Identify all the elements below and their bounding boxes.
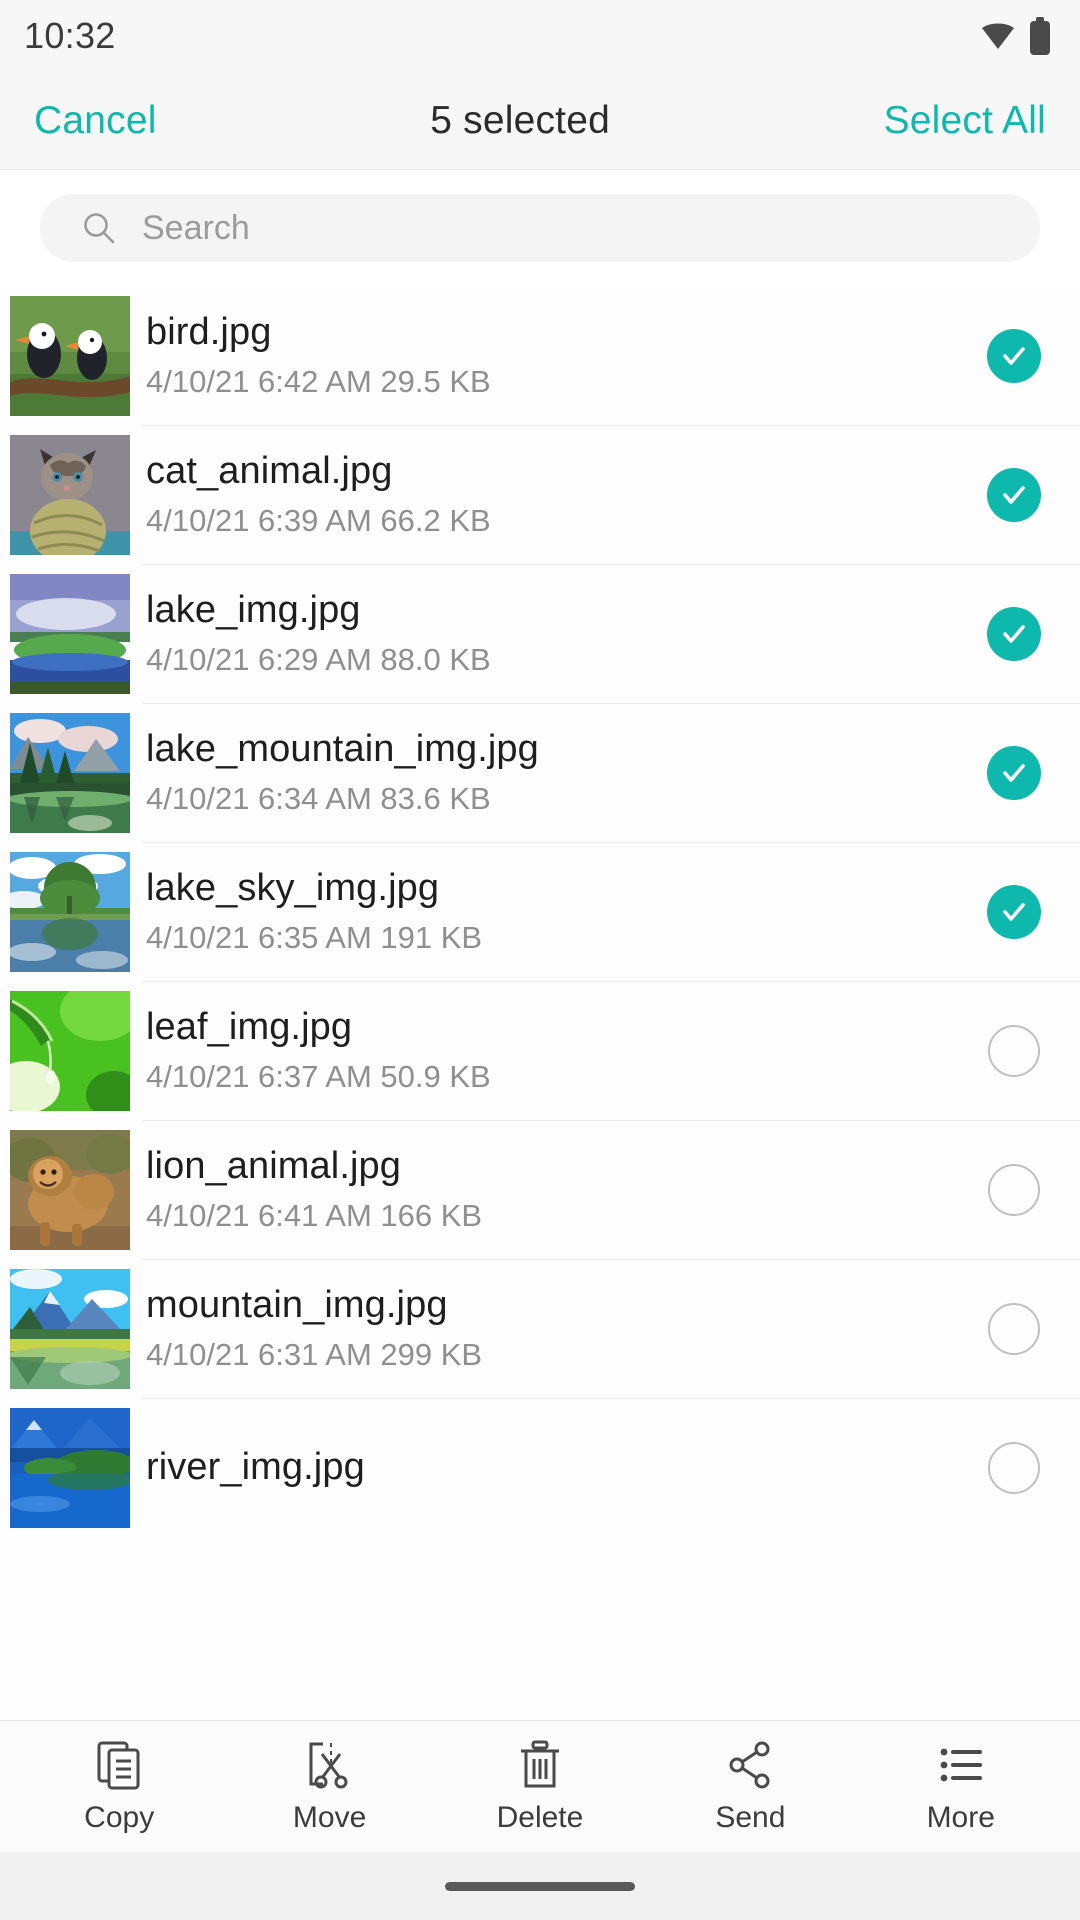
thumbnail-lake-sky: [10, 851, 130, 972]
checkbox-selected[interactable]: [972, 328, 1056, 383]
empty-circle-icon: [988, 1163, 1040, 1216]
share-icon: [727, 1739, 773, 1791]
file-meta: 4/10/21 6:35 AM 191 KB: [146, 920, 483, 956]
checkbox-unselected[interactable]: [972, 1441, 1056, 1494]
checkbox-selected[interactable]: [972, 606, 1056, 661]
move-button[interactable]: Move: [240, 1739, 420, 1835]
selection-action-bar: Cancel 5 selected Select All: [0, 72, 1080, 170]
status-bar-icons: [980, 17, 1050, 55]
file-name: river_img.jpg: [146, 1446, 365, 1489]
send-label: Send: [715, 1800, 786, 1834]
table-row[interactable]: lake_img.jpg 4/10/21 6:29 AM 88.0 KB: [0, 564, 1080, 703]
wifi-icon: [980, 21, 1016, 51]
file-name: lake_mountain_img.jpg: [146, 728, 539, 771]
file-name: cat_animal.jpg: [146, 450, 393, 493]
checkbox-unselected[interactable]: [972, 1024, 1056, 1077]
file-name: lion_animal.jpg: [146, 1145, 401, 1188]
trash-icon: [517, 1739, 563, 1791]
file-meta: 4/10/21 6:31 AM 299 KB: [146, 1337, 483, 1373]
file-name: leaf_img.jpg: [146, 1006, 353, 1049]
file-meta: 4/10/21 6:39 AM 66.2 KB: [146, 503, 491, 539]
table-row[interactable]: lake_mountain_img.jpg 4/10/21 6:34 AM 83…: [0, 703, 1080, 842]
table-row[interactable]: mountain_img.jpg 4/10/21 6:31 AM 299 KB: [0, 1259, 1080, 1398]
bottom-action-toolbar: Copy Move Delete Send More: [0, 1720, 1080, 1852]
search-bar-container: Search: [0, 170, 1080, 286]
thumbnail-river: [10, 1407, 130, 1528]
file-name: lake_img.jpg: [146, 589, 361, 632]
check-icon: [987, 745, 1041, 800]
thumbnail-leaf: [10, 990, 130, 1111]
copy-button[interactable]: Copy: [29, 1739, 209, 1835]
file-info: mountain_img.jpg 4/10/21 6:31 AM 299 KB: [146, 1283, 972, 1373]
file-name: bird.jpg: [146, 311, 272, 354]
more-label: More: [926, 1800, 995, 1834]
checkbox-unselected[interactable]: [972, 1302, 1056, 1355]
table-row[interactable]: cat_animal.jpg 4/10/21 6:39 AM 66.2 KB: [0, 425, 1080, 564]
empty-circle-icon: [988, 1302, 1040, 1355]
cancel-button[interactable]: Cancel: [34, 99, 157, 143]
move-label: Move: [292, 1800, 367, 1834]
file-name: mountain_img.jpg: [146, 1284, 448, 1327]
table-row[interactable]: lake_sky_img.jpg 4/10/21 6:35 AM 191 KB: [0, 842, 1080, 981]
checkbox-selected[interactable]: [972, 745, 1056, 800]
select-all-button[interactable]: Select All: [884, 99, 1046, 143]
table-row[interactable]: river_img.jpg: [0, 1398, 1080, 1537]
file-info: river_img.jpg: [146, 1445, 972, 1490]
file-info: bird.jpg 4/10/21 6:42 AM 29.5 KB: [146, 310, 972, 400]
checkbox-selected[interactable]: [972, 884, 1056, 939]
cut-scissors-icon: [307, 1739, 353, 1791]
checkbox-unselected[interactable]: [972, 1163, 1056, 1216]
check-icon: [987, 328, 1041, 383]
selection-count-title: 5 selected: [430, 98, 610, 142]
thumbnail-lion: [10, 1129, 130, 1250]
search-icon: [82, 211, 116, 245]
file-meta: 4/10/21 6:29 AM 88.0 KB: [146, 642, 491, 678]
list-more-icon: [938, 1739, 984, 1791]
thumbnail-mountain: [10, 1268, 130, 1389]
table-row[interactable]: lion_animal.jpg 4/10/21 6:41 AM 166 KB: [0, 1120, 1080, 1259]
file-meta: 4/10/21 6:42 AM 29.5 KB: [146, 364, 491, 400]
delete-label: Delete: [496, 1800, 584, 1834]
system-navigation-bar: [0, 1852, 1080, 1920]
more-button[interactable]: More: [871, 1739, 1051, 1835]
status-bar-clock: 10:32: [24, 15, 116, 56]
file-info: cat_animal.jpg 4/10/21 6:39 AM 66.2 KB: [146, 449, 972, 539]
file-info: leaf_img.jpg 4/10/21 6:37 AM 50.9 KB: [146, 1005, 972, 1095]
send-button[interactable]: Send: [660, 1739, 840, 1835]
thumbnail-cat: [10, 434, 130, 555]
file-meta: 4/10/21 6:37 AM 50.9 KB: [146, 1059, 491, 1095]
check-icon: [987, 606, 1041, 661]
table-row[interactable]: bird.jpg 4/10/21 6:42 AM 29.5 KB: [0, 286, 1080, 425]
thumbnail-lake: [10, 573, 130, 694]
file-info: lake_sky_img.jpg 4/10/21 6:35 AM 191 KB: [146, 866, 972, 956]
delete-button[interactable]: Delete: [450, 1739, 630, 1835]
search-placeholder: Search: [142, 208, 250, 247]
file-manager-screen: 10:32 Cancel 5 selected Select All Searc…: [0, 0, 1080, 1920]
home-pill[interactable]: [445, 1881, 635, 1891]
file-name: lake_sky_img.jpg: [146, 867, 440, 910]
file-meta: 4/10/21 6:41 AM 166 KB: [146, 1198, 483, 1234]
file-meta: 4/10/21 6:34 AM 83.6 KB: [146, 781, 491, 817]
copy-icon: [96, 1739, 142, 1791]
file-info: lake_mountain_img.jpg 4/10/21 6:34 AM 83…: [146, 727, 972, 817]
check-icon: [987, 467, 1041, 522]
file-info: lion_animal.jpg 4/10/21 6:41 AM 166 KB: [146, 1144, 972, 1234]
checkbox-selected[interactable]: [972, 467, 1056, 522]
check-icon: [987, 884, 1041, 939]
file-info: lake_img.jpg 4/10/21 6:29 AM 88.0 KB: [146, 588, 972, 678]
thumbnail-lake-mountain: [10, 712, 130, 833]
status-bar: 10:32: [0, 0, 1080, 72]
file-list[interactable]: bird.jpg 4/10/21 6:42 AM 29.5 KB cat_ani…: [0, 286, 1080, 1720]
empty-circle-icon: [988, 1024, 1040, 1077]
empty-circle-icon: [988, 1441, 1040, 1494]
table-row[interactable]: leaf_img.jpg 4/10/21 6:37 AM 50.9 KB: [0, 981, 1080, 1120]
battery-full-icon: [1030, 17, 1050, 55]
thumbnail-bird: [10, 295, 130, 416]
search-input[interactable]: Search: [40, 194, 1040, 262]
copy-label: Copy: [84, 1800, 155, 1834]
